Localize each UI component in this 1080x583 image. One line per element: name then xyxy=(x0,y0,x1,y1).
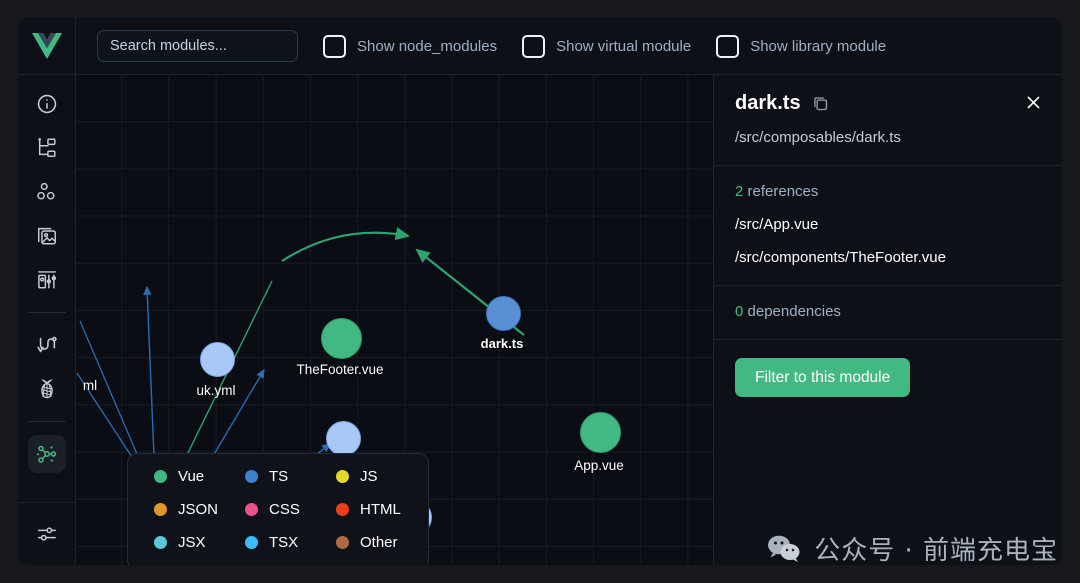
filter-to-module-button[interactable]: Filter to this module xyxy=(735,358,910,397)
dependencies-count: 0 xyxy=(735,303,743,320)
reference-item[interactable]: /src/App.vue xyxy=(735,216,1041,233)
checkbox-box xyxy=(323,35,346,58)
references-section: 2 references /src/App.vue /src/component… xyxy=(714,166,1062,286)
sidebar-divider-1 xyxy=(28,312,66,313)
node-label-uk: uk.yml xyxy=(196,383,235,398)
page-title: dark.ts xyxy=(735,92,801,115)
graph-node-uk[interactable] xyxy=(200,342,235,377)
legend-dot xyxy=(154,536,167,549)
legend-item-jsx: JSX xyxy=(154,534,245,551)
hierarchy-icon xyxy=(36,137,58,159)
graph-node-uz[interactable] xyxy=(326,421,361,456)
sidebar-bottom xyxy=(18,502,75,565)
sidebar-item-settings[interactable] xyxy=(28,515,66,553)
checkbox-box xyxy=(716,35,739,58)
toolbar: Show node_modules Show virtual module Sh… xyxy=(76,18,1062,75)
dependencies-label: dependencies xyxy=(748,303,841,320)
sidebar-item-assets[interactable] xyxy=(28,217,66,255)
close-icon xyxy=(1025,94,1042,111)
sidebar-item-pinia[interactable] xyxy=(28,370,66,408)
sidebar-item-overview[interactable] xyxy=(28,85,66,123)
sidebar-item-flow[interactable] xyxy=(28,326,66,364)
info-circle-icon xyxy=(36,93,58,115)
devtools-window: Show node_modules Show virtual module Sh… xyxy=(18,18,1062,565)
legend-item-other: Other xyxy=(336,534,428,551)
legend-dot xyxy=(154,503,167,516)
module-graph-canvas[interactable]: ml uk.yml TheFooter.vue dark.ts App.vue … xyxy=(76,75,713,565)
legend-label: Other xyxy=(360,534,398,551)
nodes-icon xyxy=(36,181,58,203)
legend-label: CSS xyxy=(269,501,300,518)
graph-node-appvue[interactable] xyxy=(580,412,621,453)
references-count-line: 2 references xyxy=(735,183,1041,200)
sidebar-divider-2 xyxy=(28,421,66,422)
legend-item-json: JSON xyxy=(154,501,245,518)
sliders-panel-icon xyxy=(36,269,58,291)
graph-node-darkts[interactable] xyxy=(486,296,521,331)
node-label-appvue: App.vue xyxy=(574,458,624,473)
legend-dot xyxy=(245,503,258,516)
sidebar-rail xyxy=(18,18,76,565)
vue-logo[interactable] xyxy=(18,18,75,75)
legend-dot xyxy=(336,536,349,549)
graph-network-icon xyxy=(35,442,59,466)
legend-label: TS xyxy=(269,468,288,485)
image-stack-icon xyxy=(36,225,58,247)
settings-sliders-icon xyxy=(36,523,58,545)
node-label-partial: ml xyxy=(83,378,97,393)
legend-label: JSX xyxy=(178,534,206,551)
legend-label: HTML xyxy=(360,501,401,518)
legend-label: TSX xyxy=(269,534,298,551)
checkbox-box xyxy=(522,35,545,58)
legend-label: Vue xyxy=(178,468,204,485)
node-label-thefooter: TheFooter.vue xyxy=(296,362,383,377)
legend-item-css: CSS xyxy=(245,501,336,518)
legend-label: JSON xyxy=(178,501,218,518)
module-path: /src/composables/dark.ts xyxy=(735,129,1041,146)
show-node-modules-checkbox[interactable]: Show node_modules xyxy=(323,35,497,58)
reference-item[interactable]: /src/components/TheFooter.vue xyxy=(735,249,1041,266)
pineapple-icon xyxy=(36,378,58,400)
legend-item-html: HTML xyxy=(336,501,428,518)
show-library-module-checkbox[interactable]: Show library module xyxy=(716,35,886,58)
legend-item-tsx: TSX xyxy=(245,534,336,551)
checkbox-label: Show virtual module xyxy=(556,38,691,55)
panel-header-section: dark.ts /src/composables/dark.ts xyxy=(714,75,1062,166)
dependencies-count-line: 0 dependencies xyxy=(735,303,1041,320)
graph-node-thefooter[interactable] xyxy=(321,318,362,359)
main-area: Show node_modules Show virtual module Sh… xyxy=(76,18,1062,565)
node-label-darkts: dark.ts xyxy=(481,336,524,351)
legend-dot xyxy=(245,470,258,483)
legend-item-vue: Vue xyxy=(154,468,245,485)
legend-label: JS xyxy=(360,468,378,485)
panel-title-row: dark.ts xyxy=(735,92,1041,115)
legend-dot xyxy=(154,470,167,483)
sidebar-items xyxy=(18,75,75,473)
sidebar-item-components[interactable] xyxy=(28,173,66,211)
flow-arrow-icon xyxy=(36,334,58,356)
legend-dot xyxy=(336,503,349,516)
legend-item-ts: TS xyxy=(245,468,336,485)
search-input[interactable] xyxy=(97,30,298,62)
checkbox-label: Show node_modules xyxy=(357,38,497,55)
show-virtual-module-checkbox[interactable]: Show virtual module xyxy=(522,35,691,58)
copy-path-button[interactable] xyxy=(812,95,829,112)
sidebar-item-modules-tree[interactable] xyxy=(28,129,66,167)
legend: Vue TS JS JSON xyxy=(127,453,429,565)
close-panel-button[interactable] xyxy=(1022,91,1044,113)
legend-dot xyxy=(245,536,258,549)
vue-logo-icon xyxy=(32,33,62,60)
sidebar-item-graph[interactable] xyxy=(28,435,66,473)
legend-item-js: JS xyxy=(336,468,428,485)
app-root: Show node_modules Show virtual module Sh… xyxy=(0,0,1080,583)
dependencies-section: 0 dependencies xyxy=(714,286,1062,340)
references-count: 2 xyxy=(735,183,743,200)
references-label: references xyxy=(748,183,819,200)
checkbox-label: Show library module xyxy=(750,38,886,55)
legend-dot xyxy=(336,470,349,483)
module-detail-panel: dark.ts /src/composables/dark.ts xyxy=(713,75,1062,565)
copy-icon xyxy=(812,95,829,112)
sidebar-item-inspect[interactable] xyxy=(28,261,66,299)
